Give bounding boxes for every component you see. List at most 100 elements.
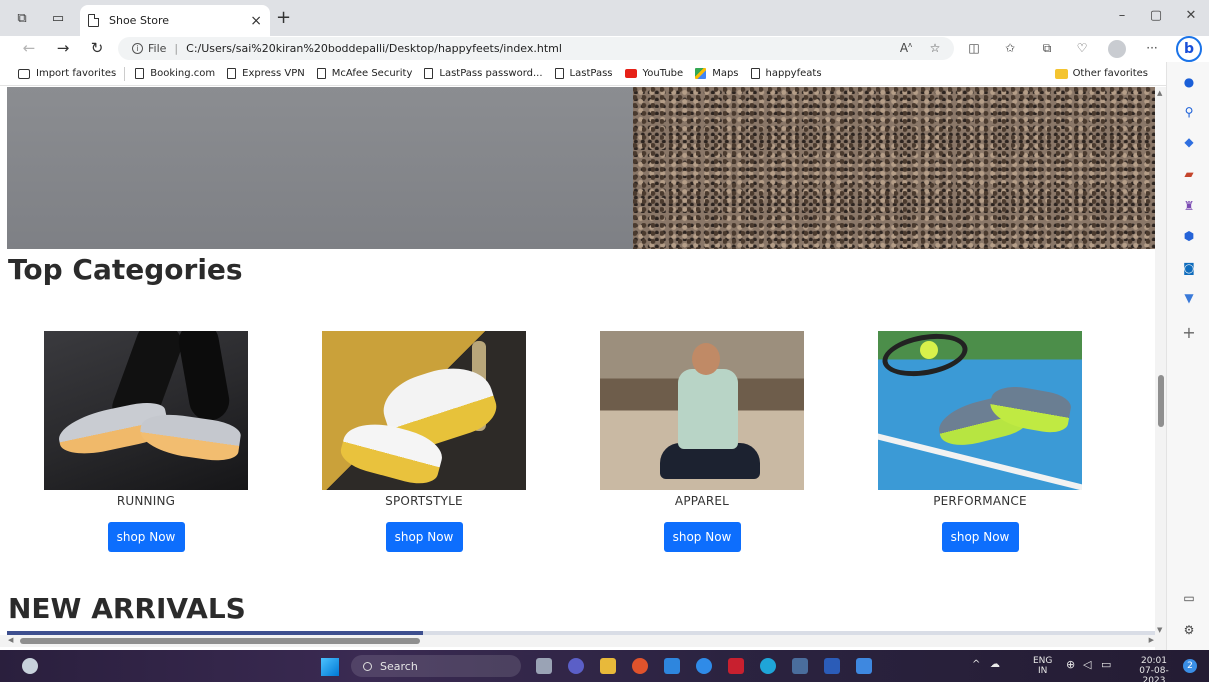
store-icon[interactable] — [664, 658, 680, 674]
search-icon[interactable]: ⚲ — [1181, 104, 1197, 120]
shop-now-button[interactable]: shop Now — [941, 522, 1019, 552]
category-card-running: RUNNING shop Now — [44, 331, 248, 552]
scroll-up-icon[interactable]: ▲ — [1157, 89, 1162, 97]
collections-icon[interactable]: ⧉ — [1037, 41, 1057, 56]
bing-copilot-icon[interactable]: b — [1176, 36, 1202, 62]
fav-youtube[interactable]: YouTube — [624, 68, 683, 79]
refresh-button[interactable]: ↻ — [86, 39, 108, 57]
forward-button[interactable]: → — [52, 39, 74, 57]
category-name: RUNNING — [116, 494, 176, 508]
language-indicator[interactable]: ENG IN — [1033, 656, 1052, 676]
briefcase-icon[interactable]: ▰ — [1181, 166, 1197, 182]
category-name: PERFORMANCE — [933, 494, 1027, 508]
tab-close-button[interactable]: × — [250, 13, 262, 29]
file-explorer-icon[interactable] — [600, 658, 616, 674]
favorites-icon[interactable]: ✩ — [1000, 41, 1020, 55]
scroll-down-icon[interactable]: ▼ — [1157, 626, 1162, 634]
maps-icon — [695, 68, 707, 79]
shop-now-button[interactable]: shop Now — [385, 522, 463, 552]
fav-lastpass-password[interactable]: LastPass password... — [424, 68, 543, 79]
drop-icon[interactable]: ▼ — [1181, 290, 1197, 306]
tab-title: Shoe Store — [109, 14, 170, 27]
fav-expressvpn[interactable]: Express VPN — [227, 68, 305, 79]
youtube-icon — [624, 69, 637, 78]
fav-label: McAfee Security — [331, 68, 413, 79]
fav-mcafee[interactable]: McAfee Security — [316, 68, 413, 79]
chrome-icon[interactable] — [696, 658, 712, 674]
tab-actions-icon[interactable]: ▭ — [48, 8, 68, 28]
fav-label: LastPass — [569, 68, 613, 79]
fav-happyfeats[interactable]: happyfeats — [750, 68, 822, 79]
settings-gear-icon[interactable]: ⚙ — [1181, 622, 1197, 638]
folder-icon — [1054, 68, 1068, 79]
running-image[interactable] — [44, 331, 248, 490]
import-icon — [18, 68, 30, 79]
tab-shoe-store[interactable]: Shoe Store × — [80, 5, 270, 36]
horizontal-scroll-thumb[interactable] — [20, 638, 420, 644]
fav-import[interactable]: Import favorites — [18, 68, 116, 79]
fav-label: Booking.com — [150, 68, 216, 79]
word-icon[interactable] — [824, 658, 840, 674]
games-icon[interactable]: ♜ — [1181, 198, 1197, 214]
weather-icon[interactable] — [22, 658, 38, 674]
split-screen-icon[interactable]: ◫ — [964, 41, 984, 55]
tray-chevron-icon[interactable]: ^ — [972, 660, 980, 670]
volume-icon[interactable]: ◁ — [1083, 659, 1091, 670]
teams-icon[interactable] — [568, 658, 584, 674]
fav-booking[interactable]: Booking.com — [135, 68, 215, 79]
network-icon[interactable]: ⊕ — [1066, 659, 1075, 670]
horizontal-scrollbar[interactable]: ◀ ▶ — [0, 635, 1166, 647]
page-icon — [135, 68, 145, 79]
notepad-icon[interactable] — [856, 658, 872, 674]
app-icon[interactable] — [792, 658, 808, 674]
vertical-scroll-thumb[interactable] — [1158, 375, 1164, 427]
url-input[interactable]: i File | C:/Users/sai%20kiran%20boddepal… — [118, 37, 954, 60]
more-menu-button[interactable]: ··· — [1142, 41, 1162, 55]
info-icon[interactable]: i — [132, 43, 143, 54]
back-button[interactable]: ← — [18, 39, 40, 57]
fav-lastpass[interactable]: LastPass — [554, 68, 613, 79]
notification-badge[interactable]: 2 — [1183, 659, 1197, 673]
outlook-icon[interactable]: ◙ — [1181, 260, 1197, 276]
url-separator: | — [174, 42, 179, 55]
scroll-left-icon[interactable]: ◀ — [8, 636, 13, 644]
brave-icon[interactable] — [632, 658, 648, 674]
battery-icon[interactable]: ▭ — [1101, 659, 1111, 670]
add-icon[interactable]: + — [1181, 323, 1197, 342]
apparel-image[interactable] — [600, 331, 804, 490]
minimize-button[interactable]: – — [1112, 8, 1132, 23]
new-tab-button[interactable]: + — [276, 7, 291, 28]
fav-maps[interactable]: Maps — [695, 68, 739, 79]
favorite-star-icon[interactable]: ☆ — [925, 41, 945, 55]
tag-icon[interactable]: ◆ — [1181, 134, 1197, 150]
clock[interactable]: 20:01 07-08-2023 — [1128, 656, 1180, 682]
other-favorites[interactable]: Other favorites — [1054, 68, 1148, 79]
category-card-apparel: APPAREL shop Now — [600, 331, 804, 552]
sportstyle-image[interactable] — [322, 331, 526, 490]
start-button[interactable] — [321, 658, 339, 676]
sidebar-layout-icon[interactable]: ▭ — [1181, 590, 1197, 606]
category-card-sportstyle: SPORTSTYLE shop Now — [322, 331, 526, 552]
m365-icon[interactable]: ⬢ — [1181, 228, 1197, 244]
profile-avatar[interactable] — [1108, 40, 1126, 58]
hero-image-right — [633, 87, 1155, 249]
close-window-button[interactable]: ✕ — [1181, 8, 1201, 23]
mcafee-icon[interactable] — [728, 658, 744, 674]
taskbar-search[interactable]: Search — [351, 655, 521, 677]
read-aloud-icon[interactable]: Aʌ — [896, 41, 916, 55]
performance-icon[interactable]: ♡ — [1072, 41, 1092, 55]
page-viewport: Top Categories RUNNING shop Now SPORTSTY… — [0, 87, 1166, 650]
file-label: File — [148, 42, 167, 55]
tray-apps-icon[interactable]: ☁ — [990, 660, 1000, 670]
restore-button[interactable]: ▢ — [1146, 8, 1166, 23]
task-view-icon[interactable] — [536, 658, 552, 674]
edge-icon[interactable] — [760, 658, 776, 674]
page-icon — [227, 68, 237, 79]
vertical-scrollbar[interactable]: ▲ ▼ — [1155, 87, 1166, 650]
shop-now-button[interactable]: shop Now — [107, 522, 185, 552]
workspaces-icon[interactable]: ⧉ — [12, 8, 32, 28]
bell-icon[interactable]: ● — [1181, 74, 1197, 90]
performance-image[interactable] — [878, 331, 1082, 490]
shop-now-button[interactable]: shop Now — [663, 522, 741, 552]
scroll-right-icon[interactable]: ▶ — [1149, 636, 1154, 644]
